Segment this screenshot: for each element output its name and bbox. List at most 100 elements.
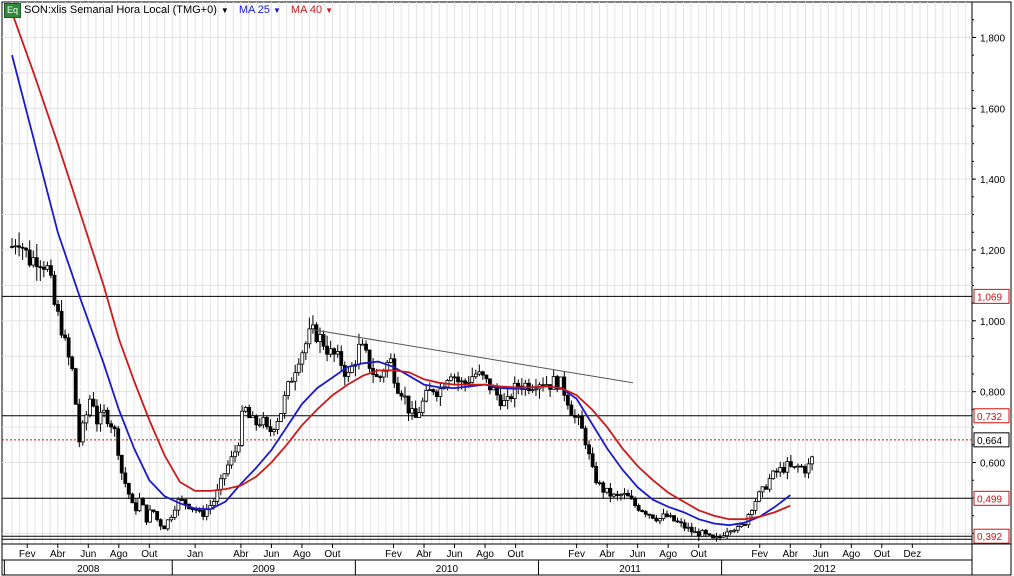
candle-body	[700, 529, 705, 537]
candle-body	[346, 372, 351, 377]
candle-body	[87, 398, 92, 416]
x-tick-label: Fev	[751, 549, 768, 560]
year-label: 2008	[77, 564, 100, 575]
chart-canvas: 1,800 1,600 1,400 1,200 1,000 0,800 0,600 1,069…	[1, 1, 1012, 576]
y-tick-label: 0,600	[980, 459, 1005, 470]
candle-body	[626, 492, 630, 497]
candle-body	[119, 454, 124, 474]
candle-body	[268, 426, 273, 432]
candle-body	[661, 513, 666, 520]
ma40-label[interactable]: MA 40	[291, 4, 322, 16]
candle-body	[325, 345, 329, 355]
candle-body	[565, 394, 570, 406]
candle-body	[516, 382, 521, 387]
candle-body	[704, 529, 708, 535]
candle-body	[109, 423, 114, 428]
candle-body	[126, 483, 131, 495]
x-tick-label: Abr	[782, 549, 798, 560]
candle-body	[785, 461, 790, 473]
x-tick-label: Fev	[568, 549, 585, 560]
candle-body	[41, 266, 46, 270]
candle-body	[176, 499, 181, 511]
x-tick-label: Abr	[416, 549, 432, 560]
candle-body	[760, 486, 765, 493]
y-tick-label: 1,200	[980, 246, 1005, 257]
candle-body	[52, 274, 57, 305]
candle-body	[463, 380, 468, 384]
candle-body	[686, 526, 691, 529]
year-label: 2011	[619, 564, 641, 575]
candle-body	[56, 303, 60, 312]
x-tick-label: Out	[874, 549, 890, 560]
candle-body	[668, 515, 673, 518]
candle-body	[180, 499, 184, 501]
candle-body	[282, 395, 287, 414]
candle-body	[144, 504, 149, 523]
symbol-label[interactable]: SON:xlis Semanal Hora Local (TMG+0)	[24, 4, 217, 16]
candle-body	[424, 390, 429, 402]
year-label: 2009	[253, 564, 276, 575]
candle-body	[45, 265, 50, 270]
candle-body	[374, 374, 379, 377]
candle-body	[34, 257, 39, 268]
x-tick-label: Out	[691, 549, 707, 560]
candle-body	[629, 495, 634, 500]
x-tick-label: Jun	[630, 549, 646, 560]
candle-body	[134, 502, 138, 512]
candle-body	[20, 246, 25, 249]
ma25-label[interactable]: MA 25	[239, 4, 270, 16]
candle-body	[162, 525, 167, 530]
candle-body	[102, 409, 106, 413]
candle-body	[204, 508, 209, 517]
x-tick-label: Fev	[385, 549, 402, 560]
candle-body	[10, 246, 14, 248]
ma40-dropdown-icon[interactable]: ▼	[325, 6, 333, 15]
y-tick-label: 0,800	[980, 388, 1005, 399]
y-tick-label: 1,000	[980, 317, 1005, 328]
candle-body	[289, 380, 294, 383]
candle-body	[261, 417, 266, 426]
candle-body	[98, 411, 103, 425]
candle-body	[647, 513, 652, 516]
candle-body	[640, 509, 645, 512]
candle-body	[742, 524, 747, 526]
candle-body	[349, 365, 354, 373]
candle-body	[753, 500, 758, 511]
candle-body	[148, 509, 152, 523]
candle-body	[657, 518, 662, 522]
candle-body	[218, 478, 223, 491]
candle-body	[275, 421, 280, 431]
y-tick-label: 1,600	[980, 104, 1005, 115]
level-label: 0,732	[977, 412, 1002, 423]
candle-body	[364, 343, 368, 351]
candle-body	[250, 415, 255, 419]
candle-body	[339, 351, 344, 366]
candle-body	[771, 470, 776, 480]
candle-body	[80, 422, 85, 443]
candle-body	[183, 499, 188, 505]
candle-body	[491, 387, 496, 391]
candle-body	[633, 498, 637, 506]
candle-body	[682, 522, 687, 529]
candle-body	[49, 265, 53, 276]
candle-body	[116, 428, 121, 456]
candle-body	[307, 328, 312, 345]
candle-body	[279, 413, 283, 422]
symbol-dropdown-icon[interactable]: ▼	[221, 6, 229, 15]
candle-body	[59, 310, 64, 336]
candle-body	[410, 408, 414, 414]
candle-body	[293, 372, 298, 382]
candle-body	[484, 374, 489, 380]
candle-body	[378, 376, 383, 378]
candle-body	[650, 514, 655, 519]
candle-body	[541, 384, 545, 387]
candle-body	[495, 387, 499, 396]
ma25-dropdown-icon[interactable]: ▼	[273, 6, 281, 15]
candle-body	[169, 516, 174, 521]
equity-badge: Eq	[4, 2, 22, 18]
x-tick-label: Ago	[476, 549, 494, 560]
candle-body	[675, 520, 680, 523]
candle-body	[583, 427, 588, 446]
candle-body	[721, 535, 726, 538]
candle-body	[303, 343, 308, 354]
